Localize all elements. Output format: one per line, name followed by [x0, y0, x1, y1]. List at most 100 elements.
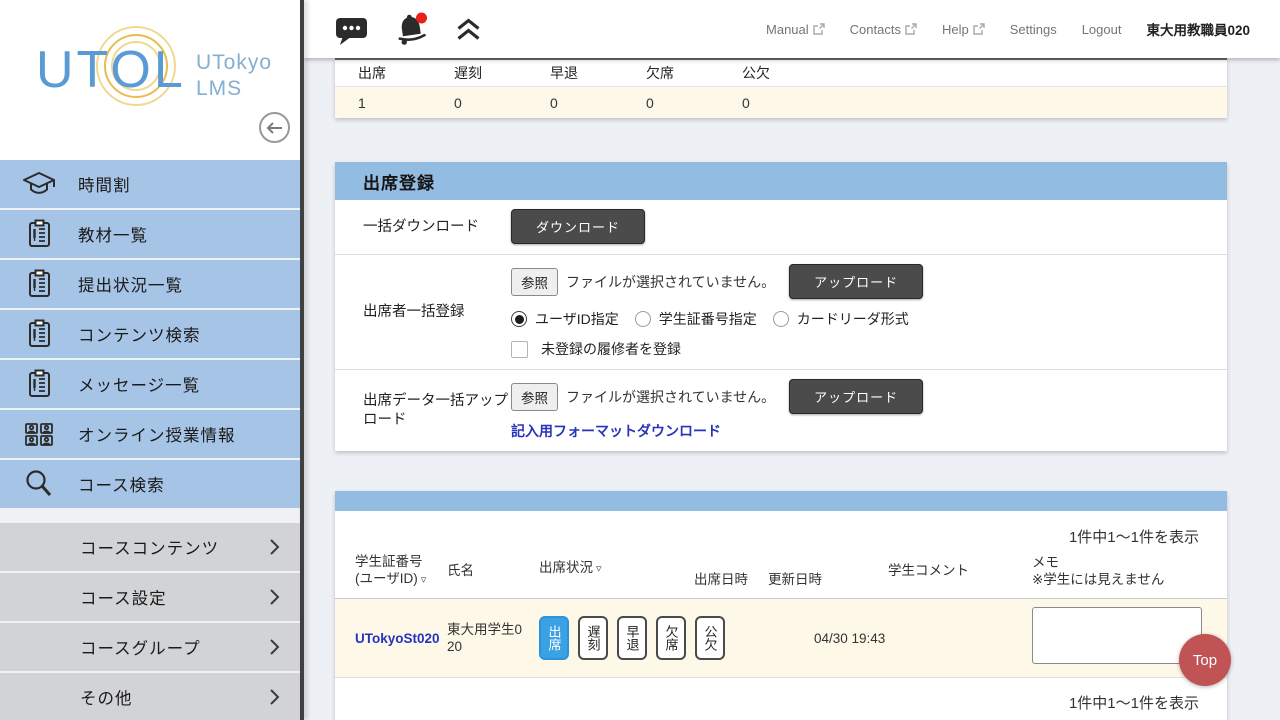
table-header-strip [335, 491, 1227, 511]
manual-link[interactable]: Manual [766, 22, 825, 37]
status-button-present[interactable]: 出席 [539, 616, 569, 660]
upload-button[interactable]: アップロード [789, 264, 923, 299]
sidebar-item-timetable[interactable]: 時間割 [0, 160, 300, 208]
collapse-sidebar-button[interactable] [259, 112, 290, 143]
clipboard-icon [20, 366, 58, 402]
radio-button[interactable] [511, 311, 527, 327]
sort-icon: ▿ [596, 563, 602, 575]
browse-file-button[interactable]: 参照 [511, 383, 558, 411]
sidebar-item-submissions[interactable]: 提出状況一覧 [0, 260, 300, 308]
student-id-link[interactable]: UTokyoSt020 [355, 631, 447, 646]
updated-at-cell: 04/30 19:43 [768, 631, 888, 646]
browse-file-button[interactable]: 参照 [511, 268, 558, 296]
sidebar-submenu: コースコンテンツ コース設定 コースグループ その他 [0, 523, 300, 720]
summary-value: 0 [646, 95, 742, 111]
student-attendance-table: 1件中1〜1件を表示 学生証番号 (ユーザID)▿ 氏名 出席状況▿ 出席日時 … [335, 491, 1227, 720]
notification-bell-icon[interactable] [395, 11, 429, 47]
radio-option-user-id: ユーザID指定 [511, 309, 619, 329]
id-type-radio-group: ユーザID指定 学生証番号指定 カードリーダ形式 [511, 309, 1227, 329]
student-table-header-row: 学生証番号 (ユーザID)▿ 氏名 出席状況▿ 出席日時 更新日時 学生コメント… [335, 547, 1227, 599]
summary-header: 早退 [550, 63, 646, 83]
sidebar-item-label: コンテンツ検索 [78, 322, 201, 346]
column-header-status[interactable]: 出席状況▿ [539, 551, 694, 578]
sidebar-item-others[interactable]: その他 [0, 673, 300, 720]
column-header-memo: メモ ※学生には見えません [1032, 554, 1207, 588]
sidebar-item-label: メッセージ一覧 [78, 372, 200, 396]
radio-option-card-reader: カードリーダ形式 [773, 309, 909, 329]
attendance-status-buttons: 出席 遅刻 早退 欠席 公欠 [539, 616, 725, 660]
radio-button[interactable] [773, 311, 789, 327]
checkbox[interactable] [511, 341, 528, 358]
sidebar-item-online-class[interactable]: オンライン授業情報 [0, 410, 300, 458]
register-unenrolled-option: 未登録の履修者を登録 [511, 339, 1227, 359]
logout-link[interactable]: Logout [1082, 22, 1122, 37]
summary-value: 0 [742, 95, 838, 111]
row-label: 出席データ一括アップロード [335, 370, 511, 451]
radio-button[interactable] [635, 311, 651, 327]
sidebar-item-materials[interactable]: 教材一覧 [0, 210, 300, 258]
message-icon[interactable] [334, 14, 369, 45]
sidebar-item-label: オンライン授業情報 [78, 422, 236, 446]
row-body: ダウンロード [511, 200, 1227, 254]
summary-header: 欠席 [646, 63, 742, 83]
attendee-bulk-register-row: 出席者一括登録 参照 ファイルが選択されていません。 アップロード ユーザID指… [335, 255, 1227, 370]
sidebar-item-course-contents[interactable]: コースコンテンツ [0, 523, 300, 571]
column-header-student-id[interactable]: 学生証番号 (ユーザID)▿ [355, 553, 447, 589]
status-button-excused[interactable]: 公欠 [695, 616, 725, 660]
format-download-link[interactable]: 記入用フォーマットダウンロード [511, 421, 721, 441]
result-count-bottom: 1件中1〜1件を表示 [335, 678, 1227, 720]
status-button-late[interactable]: 遅刻 [578, 616, 608, 660]
help-link[interactable]: Help [942, 22, 985, 37]
sort-icon: ▿ [421, 574, 427, 586]
file-status-text: ファイルが選択されていません。 [566, 272, 775, 292]
attendance-register-panel: 出席登録 一括ダウンロード ダウンロード 出席者一括登録 参照 ファイルが選択さ… [335, 162, 1227, 451]
top-toolbar: Manual Contacts Help Settings [304, 0, 1280, 58]
sidebar-item-course-settings[interactable]: コース設定 [0, 573, 300, 621]
radio-option-student-number: 学生証番号指定 [635, 309, 757, 329]
sidebar-item-course-search[interactable]: コース検索 [0, 460, 300, 508]
attendance-summary-table: 出席 遅刻 早退 欠席 公欠 1 0 0 0 0 [335, 58, 1227, 118]
external-link-icon [813, 23, 825, 35]
sidebar-item-content-search[interactable]: コンテンツ検索 [0, 310, 300, 358]
sidebar-divider [300, 0, 304, 720]
row-body: 参照 ファイルが選択されていません。 アップロード ユーザID指定 学生証番号指… [511, 255, 1227, 369]
sidebar-menu: 時間割 教材一覧 提出状況一覧 [0, 160, 300, 508]
column-header-attended-at: 出席日時 [694, 571, 768, 590]
row-body: 参照 ファイルが選択されていません。 アップロード 記入用フォーマットダウンロー… [511, 370, 1227, 451]
toolbar-icons [334, 11, 482, 47]
contacts-link[interactable]: Contacts [850, 22, 917, 37]
column-header-name: 氏名 [447, 562, 539, 579]
summary-value-row: 1 0 0 0 0 [335, 87, 1227, 118]
status-button-left-early[interactable]: 早退 [617, 616, 647, 660]
file-select-line: 参照 ファイルが選択されていません。 アップロード [511, 379, 1227, 414]
result-count-top: 1件中1〜1件を表示 [335, 511, 1227, 547]
main-area: Manual Contacts Help Settings [304, 0, 1280, 720]
summary-header: 出席 [358, 63, 454, 83]
student-table-row: UTokyoSt020 東大用学生020 出席 遅刻 早退 欠席 公欠 04/3… [335, 599, 1227, 678]
current-user-name: 東大用教職員020 [1146, 19, 1250, 39]
chevron-right-icon [269, 688, 280, 706]
scroll-to-top-button[interactable]: Top [1179, 634, 1231, 686]
status-button-absent[interactable]: 欠席 [656, 616, 686, 660]
notification-dot [416, 13, 427, 24]
bulk-download-row: 一括ダウンロード ダウンロード [335, 200, 1227, 255]
summary-header-row: 出席 遅刻 早退 欠席 公欠 [335, 60, 1227, 87]
summary-header: 遅刻 [454, 63, 550, 83]
column-header-updated-at: 更新日時 [768, 571, 888, 590]
sidebar-item-label: 時間割 [78, 172, 131, 196]
collapse-toolbar-icon[interactable] [455, 17, 482, 42]
sidebar-item-messages[interactable]: メッセージ一覧 [0, 360, 300, 408]
sidebar-item-label: コース検索 [78, 472, 165, 496]
upload-button[interactable]: アップロード [789, 379, 923, 414]
search-icon [20, 466, 58, 502]
sidebar-item-course-group[interactable]: コースグループ [0, 623, 300, 671]
external-link-icon [905, 23, 917, 35]
toolbar-links: Manual Contacts Help Settings [766, 19, 1250, 39]
sidebar: UTOL UTokyo LMS 時間割 [0, 0, 300, 720]
download-button[interactable]: ダウンロード [511, 209, 645, 244]
page-content: 出席 遅刻 早退 欠席 公欠 1 0 0 0 0 出席登録 一括ダウンロード ダ… [304, 58, 1280, 720]
file-status-text: ファイルが選択されていません。 [566, 387, 775, 407]
external-link-icon [973, 23, 985, 35]
memo-input[interactable] [1032, 607, 1202, 664]
settings-link[interactable]: Settings [1010, 22, 1057, 37]
